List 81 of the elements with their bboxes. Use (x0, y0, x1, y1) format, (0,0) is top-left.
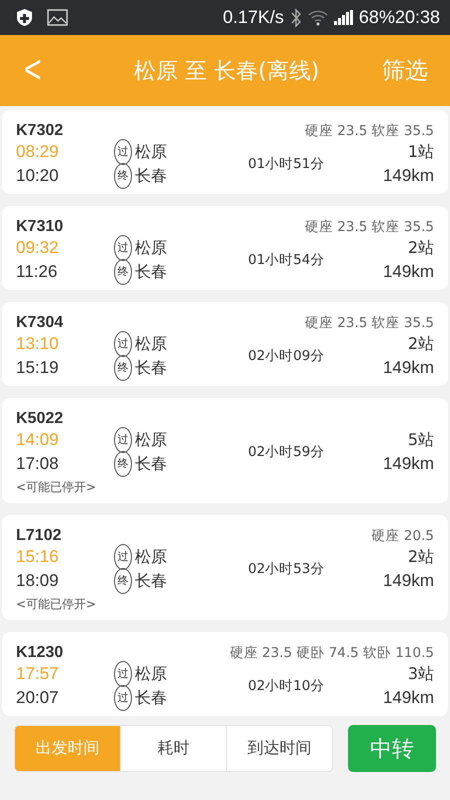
departure-station: 松原 (135, 663, 167, 685)
bluetooth-icon (290, 8, 302, 28)
arrival-time: 20:07 (16, 687, 60, 709)
back-button[interactable]: < (24, 48, 42, 93)
stop-count: 5站 (408, 429, 434, 451)
arrival-station: 长春 (135, 453, 167, 475)
departure-station: 松原 (135, 141, 167, 163)
station-type-badge: 终 (114, 451, 132, 477)
stop-count: 2站 (408, 546, 434, 568)
wifi-icon (308, 9, 328, 26)
travel-duration: 02小时10分 (248, 678, 324, 694)
battery-level: 68% (358, 7, 395, 28)
suspension-note: <可能已停开> (16, 479, 96, 496)
travel-duration: 01小时51分 (248, 156, 324, 172)
arrival-time: 18:09 (16, 570, 60, 592)
seat-prices: 硬座 23.5 软座 35.5 (305, 218, 434, 236)
travel-duration: 02小时59分 (248, 444, 324, 460)
seat-prices: 硬座 20.5 (372, 527, 434, 545)
departure-time: 15:16 (16, 546, 60, 568)
stop-count: 2站 (408, 333, 434, 355)
station-type-badge: 过 (114, 331, 132, 357)
departure-time: 08:29 (16, 141, 60, 163)
stop-count: 1站 (408, 141, 434, 163)
train-number: K7302 (16, 122, 64, 140)
station-type-badge: 过 (114, 685, 132, 711)
arrival-station: 长春 (135, 261, 167, 283)
suspension-note: <可能已停开> (16, 596, 96, 613)
travel-duration: 01小时54分 (248, 252, 324, 268)
arrival-station: 长春 (135, 165, 167, 187)
transfer-button[interactable]: 中转 (348, 725, 436, 772)
train-number: K5022 (16, 410, 64, 428)
station-type-badge: 过 (114, 139, 132, 165)
departure-station: 松原 (135, 546, 167, 568)
departure-time: 09:32 (16, 237, 60, 259)
distance: 149km (382, 453, 434, 475)
distance: 149km (382, 570, 434, 592)
distance: 149km (382, 165, 434, 187)
shield-icon (16, 8, 33, 27)
arrival-time: 15:19 (16, 357, 60, 379)
arrival-station: 长春 (135, 570, 167, 592)
arrival-station: 长春 (135, 687, 167, 709)
seat-prices: 硬座 23.5 软座 35.5 (305, 122, 434, 140)
train-number: K7304 (16, 314, 64, 332)
stop-count: 3站 (408, 663, 434, 685)
train-number: K1230 (16, 644, 64, 662)
filter-button[interactable]: 筛选 (382, 55, 428, 86)
travel-duration: 02小时53分 (248, 561, 324, 577)
page-title: 松原 至 长春(离线) (133, 58, 320, 86)
station-type-badge: 过 (114, 235, 132, 261)
arrival-time: 10:20 (16, 165, 60, 187)
station-type-badge: 过 (114, 427, 132, 453)
network-speed: 0.17K/s (222, 7, 284, 28)
distance: 149km (382, 687, 434, 709)
sort-tab[interactable]: 到达时间 (226, 726, 332, 771)
sort-tab[interactable]: 出发时间 (15, 726, 120, 771)
departure-station: 松原 (135, 237, 167, 259)
station-type-badge: 过 (114, 661, 132, 687)
distance: 149km (382, 261, 434, 283)
arrival-station: 长春 (135, 357, 167, 379)
travel-duration: 02小时09分 (248, 348, 324, 364)
station-type-badge: 终 (114, 163, 132, 189)
station-type-badge: 终 (114, 568, 132, 594)
signal-icon (334, 10, 353, 25)
arrival-time: 11:26 (16, 261, 58, 283)
image-icon (47, 9, 68, 26)
departure-station: 松原 (135, 333, 167, 355)
departure-time: 14:09 (16, 429, 60, 451)
departure-time: 13:10 (16, 333, 60, 355)
station-type-badge: 过 (114, 544, 132, 570)
station-type-badge: 终 (114, 259, 132, 285)
train-number: K7310 (16, 218, 64, 236)
departure-time: 17:57 (16, 663, 60, 685)
train-number: L7102 (16, 527, 62, 545)
seat-prices: 硬座 23.5 软座 35.5 (305, 314, 434, 332)
clock: 20:38 (394, 7, 440, 28)
station-type-badge: 终 (114, 355, 132, 381)
distance: 149km (382, 357, 434, 379)
arrival-time: 17:08 (16, 453, 60, 475)
seat-prices: 硬座 23.5 硬卧 74.5 软卧 110.5 (230, 644, 434, 662)
departure-station: 松原 (135, 429, 167, 451)
stop-count: 2站 (408, 237, 434, 259)
